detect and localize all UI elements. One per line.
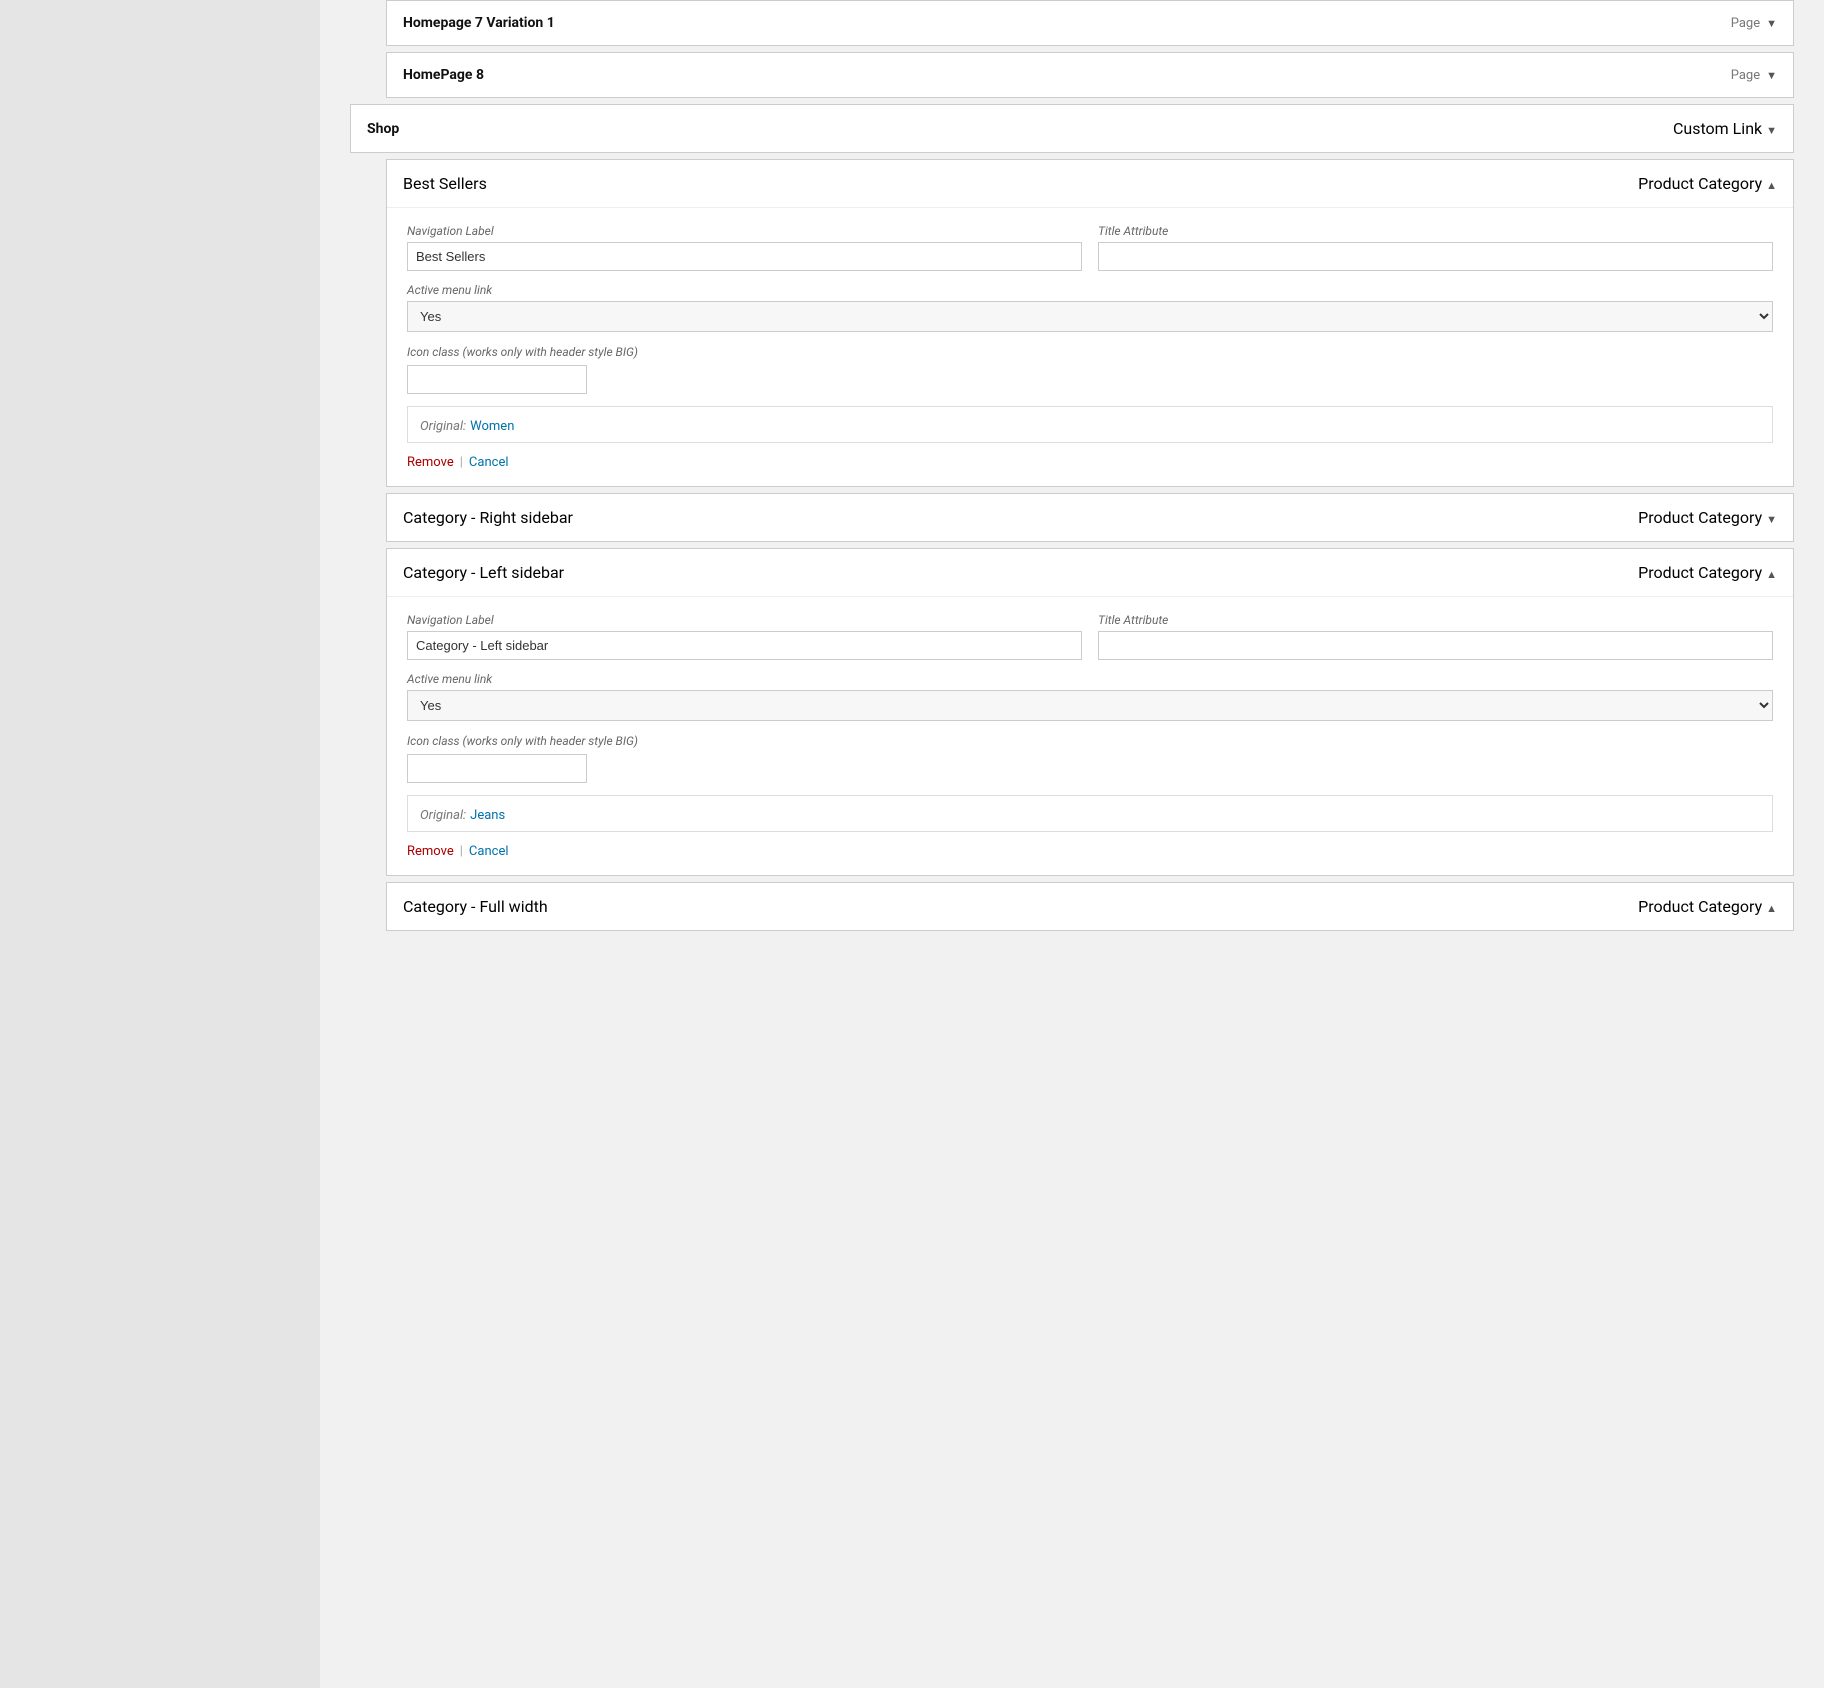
left-sidebar (0, 0, 320, 1688)
category-left-type: Product Category ▲ (1638, 563, 1777, 582)
category-left-action-links: Remove | Cancel (407, 844, 1773, 859)
best-sellers-active-menu-group: Active menu link Yes No (407, 283, 1773, 332)
best-sellers-original-row: Original: Women (407, 406, 1773, 443)
category-left-form-row1: Navigation Label Title Attribute (407, 613, 1773, 660)
shop-type: Custom Link ▼ (1673, 119, 1777, 138)
menu-item-best-sellers: Best Sellers Product Category ▲ Navigati… (386, 159, 1794, 487)
category-left-title: Category - Left sidebar (403, 563, 564, 582)
best-sellers-title: Best Sellers (403, 174, 487, 193)
category-left-title-attr-input[interactable] (1098, 631, 1773, 660)
menu-item-category-left: Category - Left sidebar Product Category… (386, 548, 1794, 876)
homepage7-chevron[interactable]: ▼ (1766, 17, 1777, 30)
menu-item-homepage7[interactable]: Homepage 7 Variation 1 Page ▼ (386, 0, 1794, 46)
best-sellers-title-attr-group: Title Attribute (1098, 224, 1773, 271)
best-sellers-icon-class-input[interactable] (407, 365, 587, 394)
category-left-body: Navigation Label Title Attribute Active … (387, 597, 1793, 875)
category-right-title: Category - Right sidebar (403, 508, 573, 527)
category-left-header[interactable]: Category - Left sidebar Product Category… (387, 549, 1793, 597)
category-left-title-attr-label: Title Attribute (1098, 613, 1773, 627)
best-sellers-icon-class-label: Icon class (works only with header style… (407, 344, 1773, 361)
category-left-icon-class-group: Icon class (works only with header style… (407, 733, 1773, 783)
category-left-original-link[interactable]: Jeans (470, 808, 505, 823)
category-left-active-menu-label: Active menu link (407, 672, 1773, 686)
best-sellers-type: Product Category ▲ (1638, 174, 1777, 193)
best-sellers-cancel-link[interactable]: Cancel (469, 455, 509, 470)
best-sellers-form-row1: Navigation Label Title Attribute (407, 224, 1773, 271)
category-left-icon-class-input[interactable] (407, 754, 587, 783)
best-sellers-active-menu-label: Active menu link (407, 283, 1773, 297)
menu-item-shop[interactable]: Shop Custom Link ▼ (350, 104, 1794, 153)
category-left-nav-label-label: Navigation Label (407, 613, 1082, 627)
category-full-width-type: Product Category ▲ (1638, 897, 1777, 916)
best-sellers-nav-label-input[interactable] (407, 242, 1082, 271)
shop-chevron[interactable]: ▼ (1766, 124, 1777, 137)
best-sellers-nav-label-label: Navigation Label (407, 224, 1082, 238)
best-sellers-active-menu-select[interactable]: Yes No (407, 301, 1773, 332)
category-left-nav-label-input[interactable] (407, 631, 1082, 660)
menu-item-category-right[interactable]: Category - Right sidebar Product Categor… (386, 493, 1794, 542)
menu-item-homepage8[interactable]: HomePage 8 Page ▼ (386, 52, 1794, 98)
best-sellers-title-attr-label: Title Attribute (1098, 224, 1773, 238)
best-sellers-chevron[interactable]: ▲ (1766, 179, 1777, 192)
category-right-type: Product Category ▼ (1638, 508, 1777, 527)
best-sellers-original-label: Original: (420, 419, 466, 434)
best-sellers-nav-label-group: Navigation Label (407, 224, 1082, 271)
category-left-original-label: Original: (420, 808, 466, 823)
category-left-title-attr-group: Title Attribute (1098, 613, 1773, 660)
shop-title: Shop (367, 121, 399, 137)
best-sellers-separator: | (460, 455, 463, 470)
homepage8-title: HomePage 8 (403, 67, 484, 83)
best-sellers-body: Navigation Label Title Attribute Active … (387, 208, 1793, 486)
best-sellers-icon-class-group: Icon class (works only with header style… (407, 344, 1773, 394)
best-sellers-title-attr-input[interactable] (1098, 242, 1773, 271)
homepage8-chevron[interactable]: ▼ (1766, 69, 1777, 82)
homepage7-title: Homepage 7 Variation 1 (403, 15, 555, 31)
category-left-icon-class-label: Icon class (works only with header style… (407, 733, 1773, 750)
homepage7-type: Page ▼ (1731, 16, 1777, 31)
category-left-chevron[interactable]: ▲ (1766, 568, 1777, 581)
best-sellers-original-link[interactable]: Women (470, 419, 514, 434)
category-left-cancel-link[interactable]: Cancel (469, 844, 509, 859)
best-sellers-action-links: Remove | Cancel (407, 455, 1773, 470)
category-right-chevron[interactable]: ▼ (1766, 513, 1777, 526)
main-content: Homepage 7 Variation 1 Page ▼ HomePage 8… (320, 0, 1824, 1688)
best-sellers-header[interactable]: Best Sellers Product Category ▲ (387, 160, 1793, 208)
category-left-remove-link[interactable]: Remove (407, 844, 454, 859)
homepage8-type: Page ▼ (1731, 68, 1777, 83)
category-left-active-menu-select[interactable]: Yes No (407, 690, 1773, 721)
category-full-width-chevron[interactable]: ▲ (1766, 902, 1777, 915)
category-full-width-title: Category - Full width (403, 897, 548, 916)
menu-item-category-full-width[interactable]: Category - Full width Product Category ▲ (386, 882, 1794, 931)
category-left-active-menu-group: Active menu link Yes No (407, 672, 1773, 721)
category-left-separator: | (460, 844, 463, 859)
category-left-nav-label-group: Navigation Label (407, 613, 1082, 660)
best-sellers-remove-link[interactable]: Remove (407, 455, 454, 470)
category-left-original-row: Original: Jeans (407, 795, 1773, 832)
